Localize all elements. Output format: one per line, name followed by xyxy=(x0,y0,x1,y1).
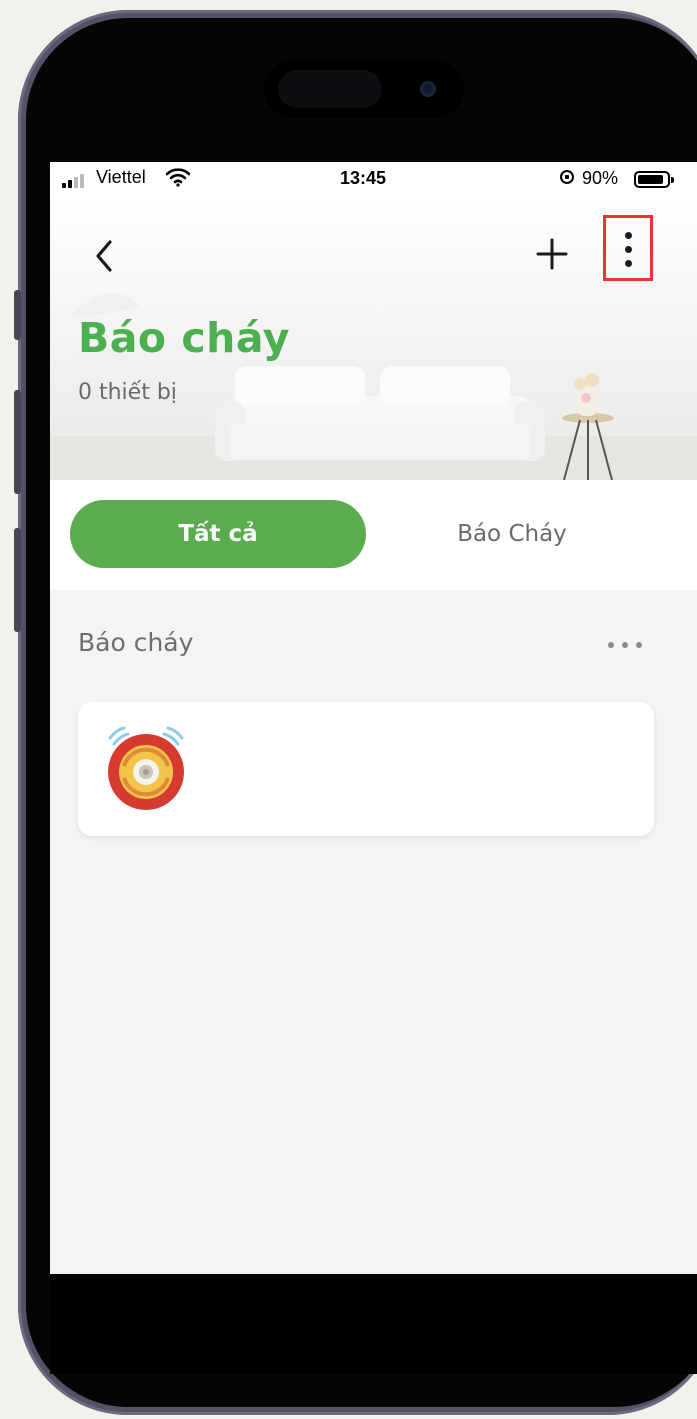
more-options-button[interactable] xyxy=(603,215,653,281)
orientation-lock-icon xyxy=(560,170,574,184)
battery-percent: 90% xyxy=(582,168,619,188)
volume-up-button xyxy=(14,390,21,494)
smoke-alarm-icon xyxy=(108,726,184,810)
battery-fill xyxy=(638,175,663,184)
device-card[interactable] xyxy=(78,702,654,836)
back-button[interactable] xyxy=(90,236,120,276)
horizontal-ellipsis-icon xyxy=(608,642,614,648)
volume-down-button xyxy=(14,528,21,632)
vertical-ellipsis-icon xyxy=(625,232,632,239)
dynamic-island xyxy=(264,60,464,118)
battery-icon xyxy=(634,171,674,188)
section-more-button[interactable] xyxy=(606,632,646,656)
tab-all[interactable]: Tất cả xyxy=(70,500,366,568)
app-screen: Viettel 13:45 90% Báo cháy 0 thiết bị Tấ… xyxy=(50,162,697,1274)
carrier-name: Viettel xyxy=(96,167,146,187)
section-title: Báo cháy xyxy=(78,628,194,657)
mute-switch xyxy=(14,290,21,340)
status-bar: Viettel 13:45 90% xyxy=(50,162,697,196)
home-indicator-area xyxy=(50,1274,697,1374)
group-title: Báo cháy xyxy=(78,314,290,362)
add-device-button[interactable] xyxy=(534,234,570,274)
tab-fire-alarm[interactable]: Báo Cháy xyxy=(380,500,644,568)
category-tabs: Tất cả Báo Cháy xyxy=(50,480,697,590)
group-header: Báo cháy 0 thiết bị xyxy=(50,196,697,480)
camera-icon xyxy=(420,81,436,97)
signal-icon xyxy=(62,172,92,188)
device-count: 0 thiết bị xyxy=(78,380,177,405)
wifi-icon xyxy=(166,168,190,187)
status-time: 13:45 xyxy=(340,168,387,188)
